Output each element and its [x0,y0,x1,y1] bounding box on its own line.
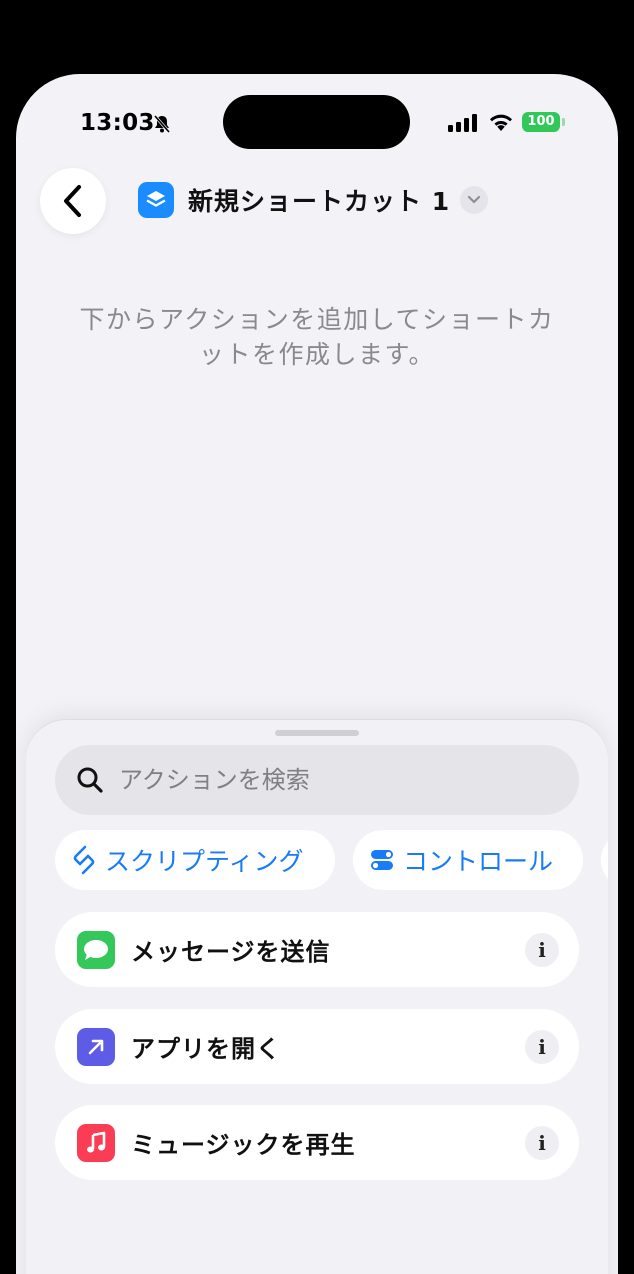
cellular-signal-icon [448,114,477,132]
category-chips: スクリプティング コントロール [55,830,608,890]
music-icon [77,1123,115,1162]
layers-icon [138,182,174,218]
shortcut-title-menu[interactable]: 新規ショートカット 1 [138,182,489,218]
category-chip-label: スクリプティング [105,847,304,876]
info-button[interactable]: i [525,1029,559,1064]
category-chip-scripting[interactable]: スクリプティング [55,830,335,890]
action-sheet: スクリプティング コントロール [26,720,608,1274]
status-time: 13:03 [80,110,155,136]
page-title: 新規ショートカット 1 [188,187,451,216]
info-button[interactable]: i [525,932,559,967]
category-chip-control[interactable]: コントロール [353,830,583,890]
sheet-grabber[interactable] [275,730,359,736]
messages-icon [77,930,115,969]
action-label: ミュージックを再生 [131,1131,356,1159]
bell-slash-icon [153,115,171,133]
search-input[interactable] [117,765,541,795]
toggle-icon [369,847,395,873]
info-button[interactable]: i [525,1125,559,1160]
back-button[interactable] [40,168,106,234]
action-send-message[interactable]: メッセージを送信 i [55,912,579,987]
category-chip-label: コントロール [403,847,554,876]
search-icon [77,767,103,793]
action-play-music[interactable]: ミュージックを再生 i [55,1105,579,1180]
wifi-icon [490,114,512,131]
open-app-icon [77,1027,115,1066]
chevron-left-icon [64,185,81,217]
chevron-down-icon [460,186,489,214]
action-label: メッセージを送信 [131,938,331,966]
search-bar[interactable] [55,745,579,815]
scripting-icon [71,845,97,875]
empty-state-hint: 下からアクションを追加してショートカットを作成します。 [79,305,555,369]
category-chip-partial[interactable] [601,830,608,890]
dynamic-island [223,95,410,149]
action-label: アプリを開く [131,1035,281,1063]
action-open-app[interactable]: アプリを開く i [55,1009,579,1084]
status-bar: 13:03 100 [16,74,618,174]
battery-cap [562,118,565,126]
battery-indicator: 100 [522,112,560,132]
phone-screen: 13:03 100 新規ショートカット 1 下からアクションを追加してショートカ… [16,74,618,1274]
